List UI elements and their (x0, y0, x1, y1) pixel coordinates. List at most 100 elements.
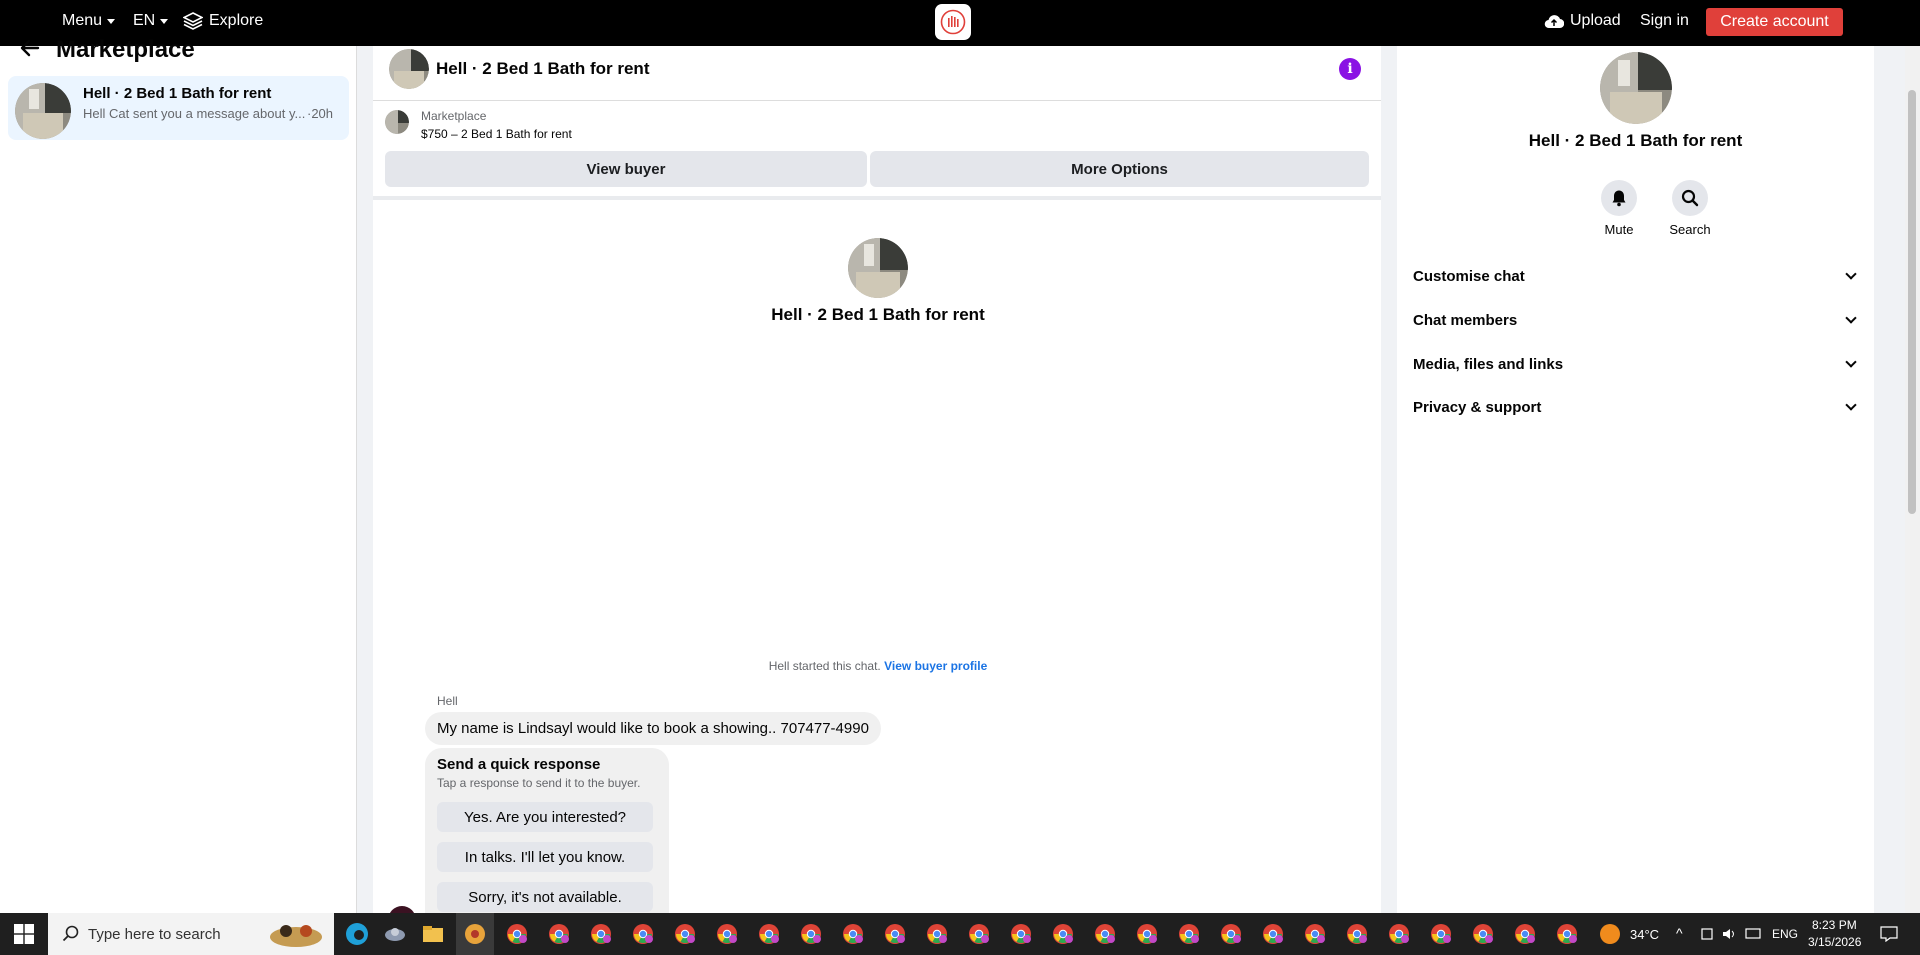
listing-thumbnail (385, 110, 409, 134)
media-files-links-row[interactable]: Media, files and links (1413, 351, 1859, 377)
message-sender: Hell (437, 694, 458, 708)
section-label: Media, files and links (1413, 355, 1564, 373)
windows-start-icon[interactable] (14, 924, 34, 944)
caret-down-icon (107, 18, 116, 24)
clock-date[interactable]: 3/15/2026 (1808, 935, 1861, 949)
quick-response-in-talks[interactable]: In talks. I'll let you know. (437, 842, 653, 872)
chrome-icon[interactable] (1093, 922, 1117, 946)
listing-price[interactable]: $750 – 2 Bed 1 Bath for rent (421, 127, 572, 141)
chat-header: Hell · 2 Bed 1 Bath for rent i (373, 46, 1381, 101)
view-buyer-button[interactable]: View buyer (385, 151, 867, 187)
windows-taskbar: Type here to search 34°C ^ ENG 8:23 PM 3… (0, 913, 1920, 955)
explore-button[interactable]: Explore (183, 0, 263, 42)
back-arrow-icon[interactable] (20, 39, 40, 57)
chrome-icon[interactable] (1387, 922, 1411, 946)
more-options-button[interactable]: More Options (870, 151, 1369, 187)
thread-title: Hell · 2 Bed 1 Bath for rent (771, 305, 985, 324)
chat-header-avatar[interactable] (389, 49, 429, 89)
chrome-icon[interactable] (1051, 922, 1075, 946)
details-avatar (1600, 52, 1672, 124)
upload-button[interactable]: Upload (1544, 0, 1621, 42)
app-icon[interactable] (383, 922, 407, 946)
page-scrollbar[interactable] (1905, 46, 1920, 913)
taskbar-search-placeholder: Type here to search (88, 925, 221, 943)
chrome-icon[interactable] (799, 922, 823, 946)
taskbar-search-box[interactable]: Type here to search (48, 913, 334, 955)
weather-icon[interactable] (1600, 924, 1620, 944)
chrome-icon[interactable] (841, 922, 865, 946)
site-logo[interactable] (935, 4, 971, 40)
search-icon (1681, 189, 1699, 207)
section-label: Chat members (1413, 311, 1518, 329)
chat-panel: Hell · 2 Bed 1 Bath for rent i Marketpla… (373, 46, 1383, 948)
folder-icon[interactable] (421, 922, 445, 946)
chrome-icon[interactable] (1555, 922, 1579, 946)
network-icon[interactable] (1745, 927, 1761, 941)
chrome-icon[interactable] (1471, 922, 1495, 946)
chrome-icon[interactable] (547, 922, 571, 946)
chat-header-title: Hell · 2 Bed 1 Bath for rent (436, 59, 650, 78)
chrome-icon[interactable] (673, 922, 697, 946)
chrome-icon[interactable] (631, 922, 655, 946)
meeting-icon[interactable] (1700, 927, 1714, 941)
layers-icon (183, 12, 203, 30)
chrome-icon[interactable] (1513, 922, 1537, 946)
create-account-button[interactable]: Create account (1706, 8, 1843, 36)
chrome-icon[interactable] (715, 922, 739, 946)
chevron-down-icon (1845, 312, 1857, 324)
chevron-down-icon (1845, 356, 1857, 368)
chrome-icon[interactable] (757, 922, 781, 946)
privacy-support-row[interactable]: Privacy & support (1413, 394, 1859, 420)
chrome-icon[interactable] (1261, 922, 1285, 946)
chrome-icon[interactable] (589, 922, 613, 946)
conversation-title: Hell · 2 Bed 1 Bath for rent (83, 85, 272, 102)
notification-icon[interactable] (1880, 926, 1898, 942)
mute-button[interactable]: Mute (1589, 180, 1649, 237)
browser-icon[interactable] (463, 922, 487, 946)
quick-response-yes[interactable]: Yes. Are you interested? (437, 802, 653, 832)
search-highlight-image (270, 925, 322, 947)
mute-label: Mute (1604, 222, 1634, 237)
chrome-icon[interactable] (1219, 922, 1243, 946)
chrome-icon[interactable] (1429, 922, 1453, 946)
chrome-icon[interactable] (505, 922, 529, 946)
chat-started-notice: Hell started this chat. View buyer profi… (373, 659, 1383, 673)
listing-avatar (15, 83, 71, 139)
conversation-item[interactable]: Hell · 2 Bed 1 Bath for rent Hell Cat se… (8, 76, 349, 140)
chrome-icon[interactable] (883, 922, 907, 946)
tray-chevron-up-icon[interactable]: ^ (1676, 925, 1683, 941)
quick-response-title: Send a quick response (437, 756, 601, 773)
cloud-upload-icon (1544, 15, 1564, 29)
chat-started-text: Hell started this chat. (768, 659, 881, 673)
scrollbar-thumb[interactable] (1908, 90, 1916, 514)
view-buyer-profile-link[interactable]: View buyer profile (884, 659, 987, 673)
upload-label: Upload (1570, 12, 1621, 29)
info-icon[interactable]: i (1339, 58, 1361, 80)
chrome-icon[interactable] (1177, 922, 1201, 946)
chrome-icon[interactable] (967, 922, 991, 946)
quick-response-subtitle: Tap a response to send it to the buyer. (437, 776, 641, 790)
top-bar: Menu EN Explore Upload Sign in Create ac… (0, 0, 1920, 46)
chrome-icon[interactable] (1135, 922, 1159, 946)
section-label: Customise chat (1413, 267, 1525, 285)
chrome-icon[interactable] (1345, 922, 1369, 946)
edge-icon[interactable] (345, 922, 369, 946)
search-button[interactable]: Search (1660, 180, 1720, 237)
volume-icon[interactable] (1722, 927, 1736, 941)
menu-label: Menu (62, 12, 103, 29)
weather-temp[interactable]: 34°C (1630, 927, 1659, 942)
sign-in-link[interactable]: Sign in (1640, 0, 1689, 42)
clock-time[interactable]: 8:23 PM (1812, 918, 1857, 932)
quick-response-not-available[interactable]: Sorry, it's not available. (437, 882, 653, 912)
input-language[interactable]: ENG (1772, 927, 1798, 941)
sign-in-label: Sign in (1640, 12, 1689, 29)
chevron-down-icon (1845, 399, 1857, 411)
chrome-icon[interactable] (925, 922, 949, 946)
bell-icon (1612, 190, 1626, 207)
customise-chat-row[interactable]: Customise chat (1413, 263, 1859, 289)
chrome-icon[interactable] (1303, 922, 1327, 946)
page-title: Marketplace (56, 36, 195, 63)
chrome-icon[interactable] (1009, 922, 1033, 946)
caret-down-icon (160, 18, 169, 24)
chat-members-row[interactable]: Chat members (1413, 307, 1859, 333)
